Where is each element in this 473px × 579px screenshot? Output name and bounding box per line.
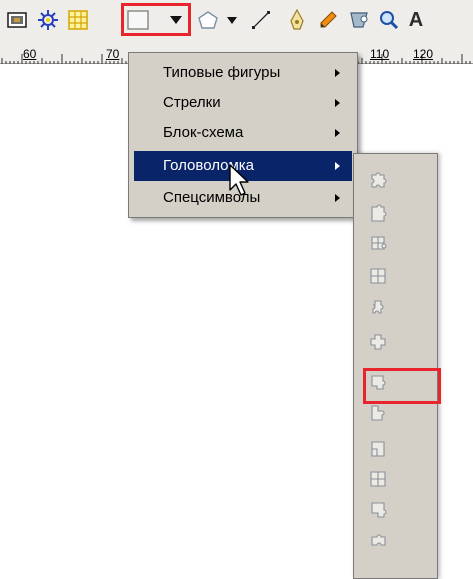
basic-shapes-highlight — [121, 3, 191, 36]
polygon-dropdown[interactable] — [224, 5, 240, 35]
dropdown-arrow-icon — [227, 16, 237, 24]
ruler-label: 60 — [23, 47, 37, 61]
submenu-arrow-icon — [335, 194, 340, 202]
text-button[interactable]: A — [402, 5, 430, 35]
selected-piece-highlight — [363, 368, 441, 404]
puzzle-menu-item[interactable] — [362, 294, 432, 324]
puzzle-menu-item[interactable] — [362, 229, 432, 259]
menu-item-basic-shapes[interactable]: Типовые фигуры — [134, 58, 352, 88]
menu-item-label: Стрелки — [163, 94, 221, 111]
shape-edit-button[interactable] — [344, 5, 374, 35]
gear-icon — [38, 10, 58, 30]
bezier-pen-icon — [290, 9, 304, 30]
puzzle-piece-4-icon — [370, 268, 386, 284]
puzzle-piece-9-icon — [371, 441, 385, 457]
toolbar: A — [0, 0, 473, 48]
puzzle-menu-item[interactable] — [362, 164, 432, 194]
gear-button[interactable] — [33, 5, 63, 35]
table-button[interactable] — [63, 5, 93, 35]
puzzle-piece-5-icon — [372, 300, 384, 314]
pencil-icon — [320, 11, 337, 28]
puzzle-menu-item[interactable] — [362, 198, 432, 228]
image-button[interactable] — [2, 5, 32, 35]
menu-item-label: Блок-схема — [163, 124, 244, 141]
puzzle-menu-item[interactable] — [362, 327, 432, 357]
puzzle-submenu — [353, 153, 441, 579]
line-button[interactable] — [246, 5, 276, 35]
puzzle-piece-11-icon — [371, 502, 387, 518]
puzzle-piece-6-icon — [370, 334, 386, 350]
line-icon — [252, 11, 270, 29]
bezier-pen-button[interactable] — [282, 5, 312, 35]
mouse-cursor-icon — [229, 164, 249, 196]
menu-item-label: Типовые фигуры — [163, 64, 281, 81]
puzzle-piece-10-icon — [370, 471, 386, 487]
menu-item-arrows[interactable]: Стрелки — [134, 88, 352, 118]
submenu-arrow-icon — [335, 69, 340, 77]
menu-item-flowchart[interactable]: Блок-схема — [134, 118, 352, 148]
zoom-icon — [380, 11, 399, 30]
text-icon: A — [408, 8, 424, 31]
ruler-label: 120 — [413, 47, 434, 61]
submenu-arrow-icon — [335, 99, 340, 107]
table-icon — [68, 10, 88, 30]
puzzle-menu-item[interactable] — [362, 465, 432, 495]
puzzle-piece-2-icon — [371, 204, 387, 222]
puzzle-menu-item[interactable] — [362, 434, 432, 464]
submenu-arrow-icon — [335, 129, 340, 137]
puzzle-menu-item[interactable] — [362, 526, 432, 556]
puzzle-menu-item[interactable] — [362, 262, 432, 292]
puzzle-piece-8-icon — [371, 405, 385, 421]
puzzle-piece-1-icon — [371, 172, 387, 188]
zoom-button[interactable] — [374, 5, 404, 35]
shape-edit-icon — [350, 12, 368, 28]
puzzle-menu-item[interactable] — [362, 495, 432, 525]
submenu-arrow-icon — [335, 162, 340, 170]
image-icon — [7, 12, 27, 28]
ruler-label: 70 — [106, 47, 120, 61]
polygon-icon — [198, 11, 218, 29]
ruler-label: 110 — [370, 47, 390, 61]
puzzle-piece-3-icon — [371, 236, 387, 250]
puzzle-piece-12-icon — [371, 534, 386, 546]
pencil-button[interactable] — [313, 5, 343, 35]
polygon-button[interactable] — [193, 5, 223, 35]
